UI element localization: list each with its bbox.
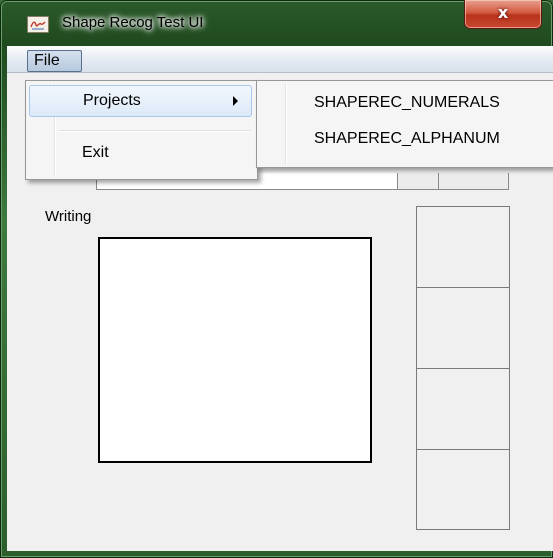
menu-file[interactable]: File bbox=[27, 50, 82, 72]
writing-pad[interactable] bbox=[98, 237, 372, 463]
menu-item-projects[interactable]: Projects bbox=[29, 85, 252, 117]
close-icon: x bbox=[497, 3, 509, 22]
menu-item-label: SHAPEREC_NUMERALS bbox=[314, 94, 500, 111]
toolbar-button-1[interactable] bbox=[397, 173, 439, 190]
menu-item-label: SHAPEREC_ALPHANUM bbox=[314, 130, 500, 147]
candidate-slot[interactable] bbox=[417, 207, 509, 288]
window-title: Shape Recog Test UI bbox=[62, 14, 204, 31]
submenu-item-numerals[interactable]: SHAPEREC_NUMERALS bbox=[260, 89, 552, 119]
submenu-item-alphanum[interactable]: SHAPEREC_ALPHANUM bbox=[260, 125, 552, 155]
file-menu: Projects Exit bbox=[25, 80, 258, 180]
candidate-slot[interactable] bbox=[417, 369, 509, 450]
candidate-slot[interactable] bbox=[417, 450, 509, 531]
app-icon[interactable] bbox=[27, 16, 49, 33]
close-button[interactable]: x bbox=[464, 0, 542, 29]
menu-separator bbox=[58, 130, 251, 132]
candidate-list bbox=[416, 206, 510, 530]
writing-label: Writing bbox=[45, 208, 92, 225]
menu-item-label: Exit bbox=[82, 144, 109, 161]
projects-submenu: SHAPEREC_NUMERALS SHAPEREC_ALPHANUM bbox=[256, 80, 553, 168]
window-frame: Shape Recog Test UI x File Writing Proje… bbox=[0, 0, 553, 558]
menu-item-label: Projects bbox=[83, 92, 141, 109]
menu-item-exit[interactable]: Exit bbox=[29, 138, 252, 170]
title-bar[interactable]: Shape Recog Test UI x bbox=[0, 0, 553, 46]
menu-bar: File bbox=[7, 46, 553, 73]
candidate-slot[interactable] bbox=[417, 288, 509, 369]
chevron-right-icon bbox=[233, 96, 238, 106]
toolbar-button-2[interactable] bbox=[438, 173, 509, 190]
